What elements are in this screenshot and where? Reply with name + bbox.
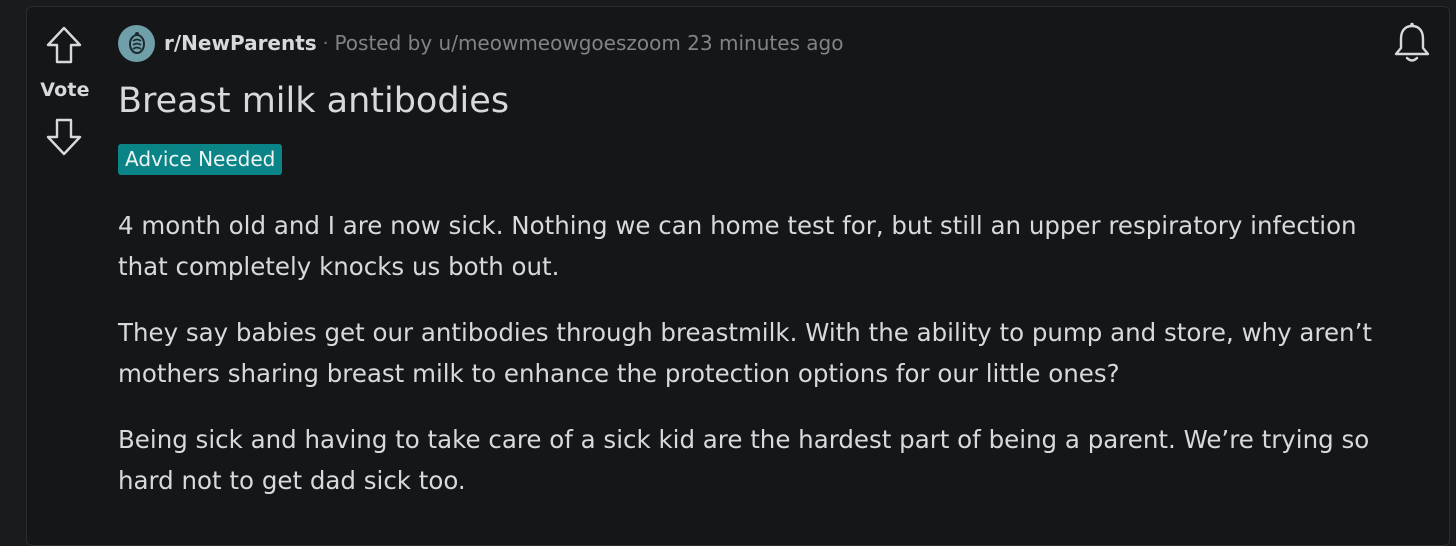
vote-column: Vote [27, 7, 103, 545]
downvote-arrow-icon[interactable] [45, 117, 83, 157]
posted-by-text[interactable]: Posted by u/meowmeowgoeszoom 23 minutes … [334, 31, 843, 55]
subreddit-avatar-icon[interactable] [118, 24, 155, 62]
vote-label: Vote [40, 79, 90, 101]
post-flair[interactable]: Advice Needed [118, 144, 283, 175]
post-paragraph: 4 month old and I are now sick. Nothing … [118, 211, 1357, 281]
post-paragraph: They say babies get our antibodies throu… [118, 318, 1372, 388]
subreddit-link[interactable]: r/NewParents [164, 31, 317, 55]
post-paragraph: Being sick and having to take care of a … [118, 425, 1370, 495]
meta-separator: · [322, 32, 329, 54]
post-title[interactable]: Breast milk antibodies [118, 81, 509, 121]
post-body: 4 month old and I are now sick. Nothing … [118, 205, 1403, 526]
post-meta: r/NewParents · Posted by u/meowmeowgoesz… [118, 24, 843, 62]
post-card: Vote r/NewParents · Posted by u/meowmeow… [26, 6, 1450, 546]
bell-icon[interactable] [1391, 21, 1433, 65]
upvote-arrow-icon[interactable] [45, 25, 83, 65]
